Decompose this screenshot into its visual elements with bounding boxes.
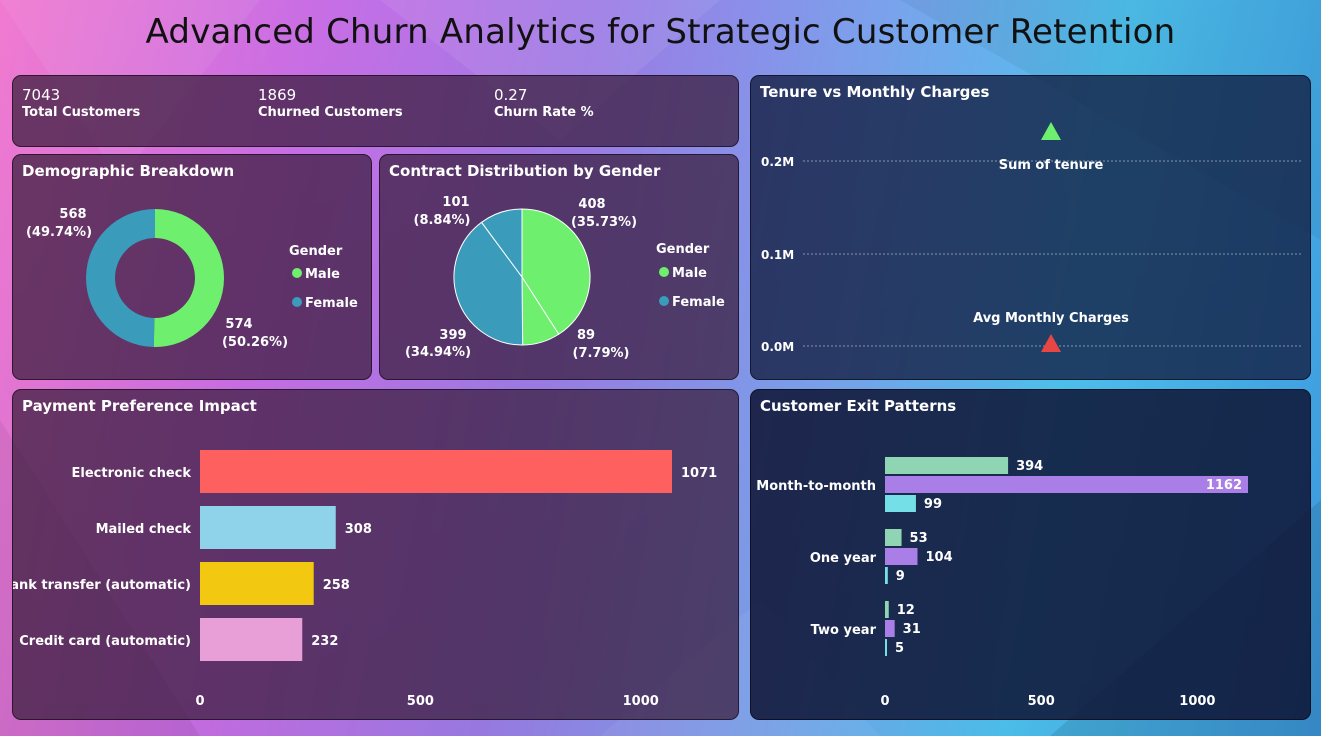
data-label-female-pct: (49.74%)	[26, 225, 92, 240]
contract-panel[interactable]: Contract Distribution by Gender 408 (35.…	[379, 154, 739, 380]
y-tick-label: 0.2M	[761, 155, 794, 169]
data-label-female-value: 568	[59, 207, 86, 222]
bar-credit-card[interactable]	[200, 618, 303, 661]
data-label: 258	[323, 578, 350, 593]
bar-series-3[interactable]	[885, 495, 916, 512]
kpi-label: Churn Rate %	[494, 105, 594, 120]
data-label: 53	[910, 531, 928, 546]
kpi-churn-rate: 0.27 Churn Rate %	[494, 86, 594, 120]
legend-label-male[interactable]: Male	[672, 266, 707, 281]
point-label: Sum of tenure	[999, 158, 1104, 173]
data-label: 308	[345, 522, 372, 537]
y-tick-label: 0.1M	[761, 248, 794, 262]
category-label: Credit card (automatic)	[19, 634, 191, 649]
data-label-male-value: 574	[225, 317, 252, 332]
data-label: 12	[897, 603, 915, 618]
bar-mailed-check[interactable]	[200, 506, 336, 549]
category-label: One year	[810, 551, 877, 566]
data-label: 99	[924, 497, 942, 512]
demographic-panel[interactable]: Demographic Breakdown 568 (49.74%) 574 (…	[12, 154, 372, 380]
kpi-value: 0.27	[494, 86, 528, 104]
category-label: Month-to-month	[756, 479, 876, 494]
data-label-value: 408	[578, 197, 605, 212]
x-tick-label: 500	[407, 694, 434, 709]
data-label: 31	[903, 622, 921, 637]
legend-swatch-female	[292, 297, 302, 307]
category-label: Mailed check	[96, 522, 192, 537]
donut-slice-male[interactable]	[153, 209, 224, 347]
x-tick-label: 500	[1028, 694, 1055, 709]
legend-title: Gender	[656, 242, 710, 257]
data-label-value: 101	[442, 195, 469, 210]
point-label: Avg Monthly Charges	[973, 311, 1129, 326]
data-label-pct: (35.73%)	[571, 215, 637, 230]
x-tick-label: 1000	[623, 694, 659, 709]
kpi-total-customers: 7043 Total Customers	[22, 86, 140, 120]
legend-title: Gender	[289, 244, 343, 259]
bar-series-1[interactable]	[885, 457, 1009, 474]
legend-swatch-female	[659, 296, 669, 306]
data-label-pct: (7.79%)	[573, 346, 630, 361]
y-tick-label: 0.0M	[761, 340, 794, 354]
tenure-scatter-chart[interactable]: 0.2M 0.1M 0.0M Sum of tenure Avg Monthly…	[751, 76, 1310, 379]
data-label-value: 399	[439, 328, 466, 343]
legend-swatch-male	[659, 267, 669, 277]
kpi-value: 7043	[22, 86, 61, 104]
kpi-value: 1869	[258, 86, 297, 104]
data-label-value: 89	[577, 328, 595, 343]
payment-panel[interactable]: Payment Preference Impact Electronic che…	[12, 389, 739, 720]
page-title: Advanced Churn Analytics for Strategic C…	[145, 12, 1176, 52]
point-sum-of-tenure[interactable]	[1041, 122, 1061, 140]
donut-slice-female[interactable]	[85, 209, 155, 347]
data-label: 5	[895, 641, 904, 656]
data-label-male-pct: (50.26%)	[222, 335, 288, 350]
bar-series-1[interactable]	[885, 601, 889, 618]
data-label: 394	[1016, 459, 1043, 474]
data-label: 232	[311, 634, 338, 649]
legend-label-male[interactable]: Male	[305, 267, 340, 282]
payment-bar-chart[interactable]: Electronic check 1071 Mailed check 308 Bank …	[13, 390, 738, 719]
point-avg-monthly-charges[interactable]	[1041, 334, 1061, 352]
data-label: 1071	[681, 466, 717, 481]
category-label: Two year	[811, 623, 877, 638]
legend-label-female[interactable]: Female	[305, 296, 358, 311]
bar-bank-transfer[interactable]	[200, 562, 314, 605]
bar-series-3[interactable]	[885, 639, 887, 656]
contract-pie-chart[interactable]: 408 (35.73%) 89 (7.79%) 399 (34.94%) 101…	[380, 155, 738, 379]
bar-electronic-check[interactable]	[200, 450, 672, 493]
kpi-churned-customers: 1869 Churned Customers	[258, 86, 403, 120]
data-label-pct: (8.84%)	[414, 213, 471, 228]
bar-series-1[interactable]	[885, 529, 902, 546]
x-tick-label: 0	[880, 694, 889, 709]
data-label: 104	[925, 550, 952, 565]
exit-panel[interactable]: Customer Exit Patterns Month-to-month 394…	[750, 389, 1311, 720]
data-label: 9	[896, 569, 905, 584]
data-label-pct: (34.94%)	[405, 345, 471, 360]
tenure-panel[interactable]: Tenure vs Monthly Charges 0.2M 0.1M 0.0M…	[750, 75, 1311, 380]
category-label: Bank transfer (automatic)	[13, 578, 191, 593]
kpi-panel: 7043 Total Customers 1869 Churned Custom…	[12, 75, 739, 147]
data-label: 1162	[1206, 478, 1242, 493]
category-label: Electronic check	[72, 466, 192, 481]
bar-series-2[interactable]	[885, 476, 1248, 493]
legend-swatch-male	[292, 268, 302, 278]
exit-bar-chart[interactable]: Month-to-month 394 1162 99 One year 53 104 9 Two…	[751, 390, 1310, 719]
bar-series-3[interactable]	[885, 567, 888, 584]
bar-series-2[interactable]	[885, 548, 918, 565]
kpi-label: Total Customers	[22, 105, 141, 120]
kpi-label: Churned Customers	[258, 105, 403, 120]
x-tick-label: 1000	[1179, 694, 1215, 709]
demographic-donut-chart[interactable]: 568 (49.74%) 574 (50.26%) Gender Male Fe…	[13, 155, 371, 379]
x-tick-label: 0	[195, 694, 204, 709]
bar-series-2[interactable]	[885, 620, 895, 637]
legend-label-female[interactable]: Female	[672, 295, 725, 310]
